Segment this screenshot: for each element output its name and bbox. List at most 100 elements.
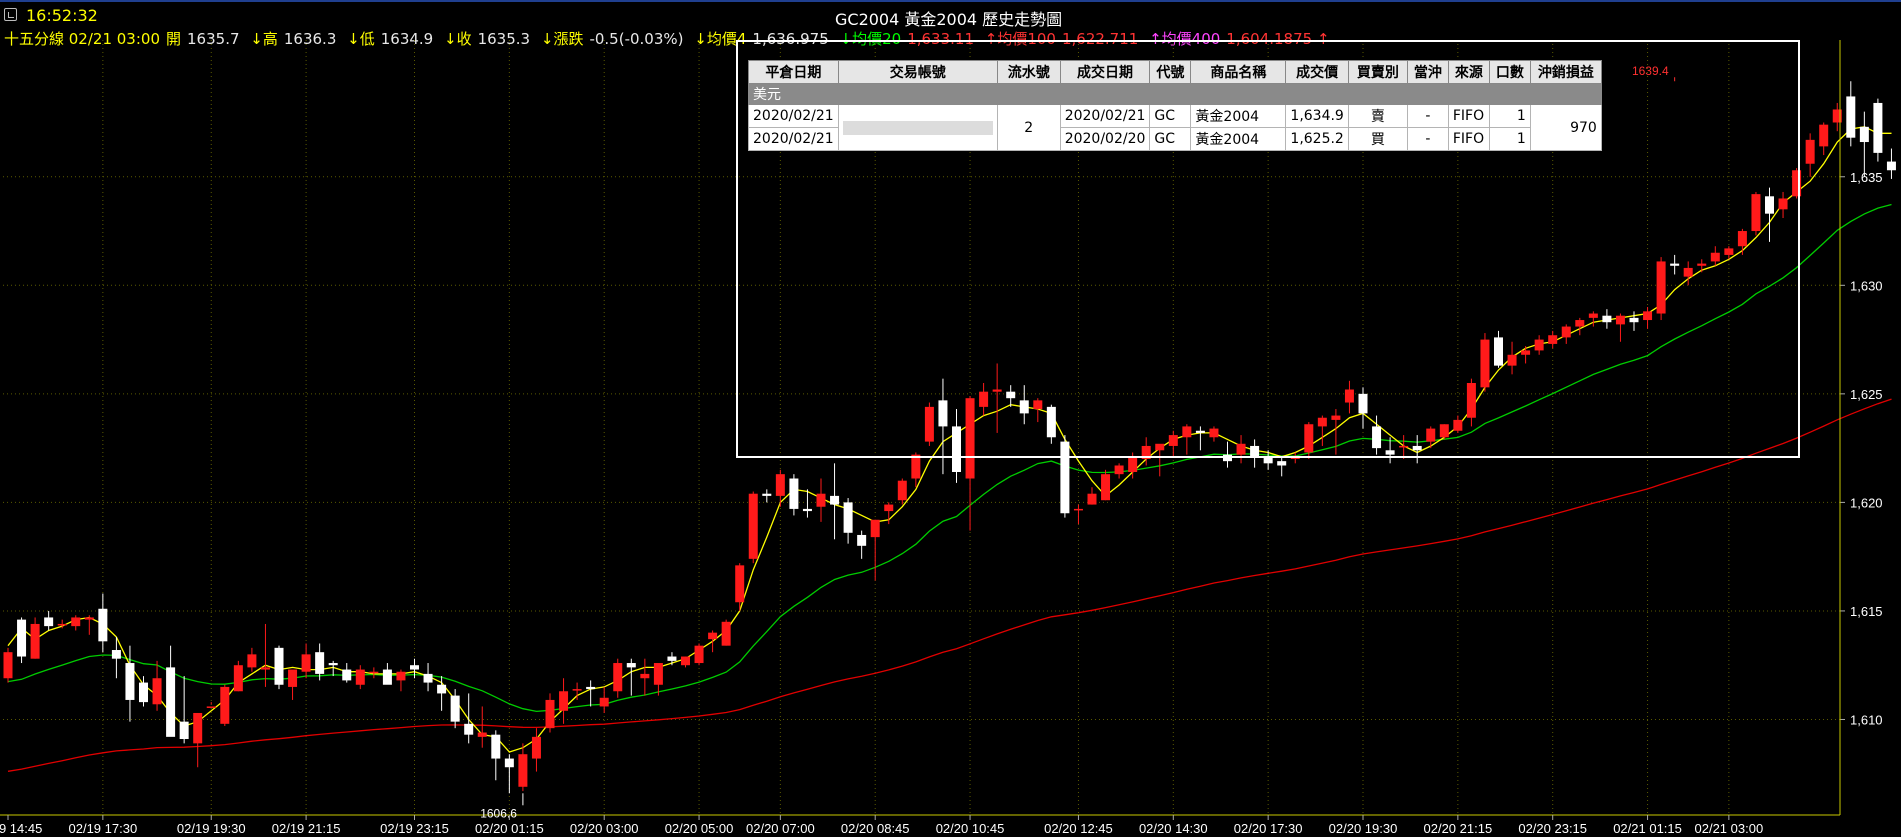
candle	[816, 478, 826, 522]
x-tick-label: 02/20 10:45	[936, 821, 1005, 836]
candle	[559, 678, 569, 724]
col-close-date[interactable]: 平倉日期	[748, 60, 839, 84]
candle	[17, 617, 27, 664]
candle	[260, 623, 270, 687]
candle-body	[1846, 96, 1856, 138]
col-pnl[interactable]: 沖銷損益	[1529, 60, 1602, 84]
x-tick-label: 02/19 23:15	[380, 821, 449, 836]
candle	[274, 645, 284, 690]
candle	[640, 658, 650, 696]
candle	[1859, 111, 1869, 177]
candle	[1846, 81, 1856, 147]
col-trade-date[interactable]: 成交日期	[1059, 60, 1151, 84]
col-daytrade[interactable]: 當沖	[1406, 60, 1449, 84]
trade-popup[interactable]: 平倉日期 交易帳號 流水號 成交日期 代號 商品名稱 成交價 買賣別 當沖 來源…	[736, 40, 1800, 458]
candle-body	[17, 619, 27, 657]
qty-cell: 1	[1488, 104, 1531, 128]
candle-body	[98, 608, 108, 642]
candle-body	[586, 686, 596, 690]
candle	[504, 754, 514, 794]
daytrade-cell: -	[1406, 104, 1449, 128]
candle-body	[44, 617, 54, 627]
candle-body	[1128, 456, 1138, 473]
candle	[545, 693, 555, 733]
candle-body	[139, 682, 148, 703]
price-cell: 1,634.9	[1285, 104, 1349, 128]
y-tick-label: 1,635	[1850, 170, 1883, 185]
col-account[interactable]: 交易帳號	[837, 60, 998, 84]
candle-body	[57, 623, 67, 626]
candle-body	[315, 652, 325, 674]
col-qty[interactable]: 口數	[1488, 60, 1531, 84]
col-price[interactable]: 成交價	[1285, 60, 1349, 84]
candle-body	[1886, 161, 1896, 171]
candle-body	[220, 686, 230, 724]
currency-group-row[interactable]: 美元	[748, 83, 1602, 105]
candle	[1805, 133, 1815, 177]
candle-body	[355, 669, 365, 685]
candle	[491, 730, 501, 781]
table-header-row: 平倉日期 交易帳號 流水號 成交日期 代號 商品名稱 成交價 買賣別 當沖 來源…	[748, 60, 1602, 84]
col-code[interactable]: 代號	[1149, 60, 1192, 84]
candle-body	[111, 650, 121, 659]
col-serial[interactable]: 流水號	[996, 60, 1061, 84]
col-source[interactable]: 來源	[1447, 60, 1490, 84]
redacted-account	[842, 120, 993, 135]
candle-body	[1859, 126, 1869, 143]
candle-body	[328, 663, 338, 666]
x-tick-label: 02/21 01:15	[1613, 821, 1682, 836]
candle-body	[640, 673, 650, 679]
close-date-cell: 2020/02/21	[748, 104, 839, 128]
x-tick-label: 02/20 08:45	[841, 821, 910, 836]
candle-body	[410, 665, 419, 670]
y-tick-label: 1,625	[1850, 387, 1883, 402]
candle-body	[816, 493, 826, 507]
candle-body	[369, 671, 379, 674]
x-tick-label: 02/20 07:00	[746, 821, 815, 836]
candle-body	[179, 721, 189, 740]
candle	[518, 743, 528, 792]
candle	[870, 519, 880, 581]
candle-body	[1277, 461, 1287, 466]
time-axis: 02/19 14:45 02/19 17:30 02/19 19:30 02/19 2…	[0, 814, 1840, 836]
candle	[44, 610, 54, 631]
candle	[599, 686, 609, 713]
candle	[735, 563, 745, 611]
candle	[125, 645, 135, 722]
candle-body	[233, 665, 243, 692]
candle	[71, 615, 81, 631]
x-tick-label: 02/20 01:15	[475, 821, 544, 836]
candle	[382, 663, 392, 685]
candle-body	[897, 480, 907, 501]
serial-cell: 2	[996, 104, 1061, 151]
candle-body	[653, 663, 663, 685]
daytrade-cell: -	[1406, 127, 1449, 151]
col-side[interactable]: 買賣別	[1347, 60, 1408, 84]
candle-body	[166, 667, 176, 737]
candle	[315, 643, 325, 681]
x-tick-label: 02/20 03:00	[570, 821, 639, 836]
candle-body	[3, 652, 13, 679]
candle-body	[1101, 474, 1111, 501]
candle	[206, 702, 216, 708]
x-tick-label: 02/19 21:15	[272, 821, 341, 836]
candle-body	[559, 691, 569, 711]
candle	[762, 489, 772, 503]
candle-body	[274, 647, 284, 685]
candle	[288, 669, 298, 700]
table-row[interactable]: 2020/02/21 2 2020/02/21 GC 黃金2004 1,634.…	[748, 104, 1602, 151]
code-cell: GC	[1149, 104, 1192, 128]
candle	[464, 693, 474, 744]
col-product[interactable]: 商品名稱	[1190, 60, 1287, 84]
candle	[233, 660, 243, 692]
candle-body	[464, 723, 474, 735]
candle	[681, 656, 690, 668]
candle-body	[30, 623, 40, 659]
candle-body	[884, 504, 894, 512]
candle	[1101, 469, 1111, 501]
candle-body	[708, 632, 718, 640]
candle-body	[911, 454, 921, 479]
candle	[220, 684, 230, 726]
candle	[1819, 122, 1829, 156]
candle-body	[152, 678, 162, 705]
